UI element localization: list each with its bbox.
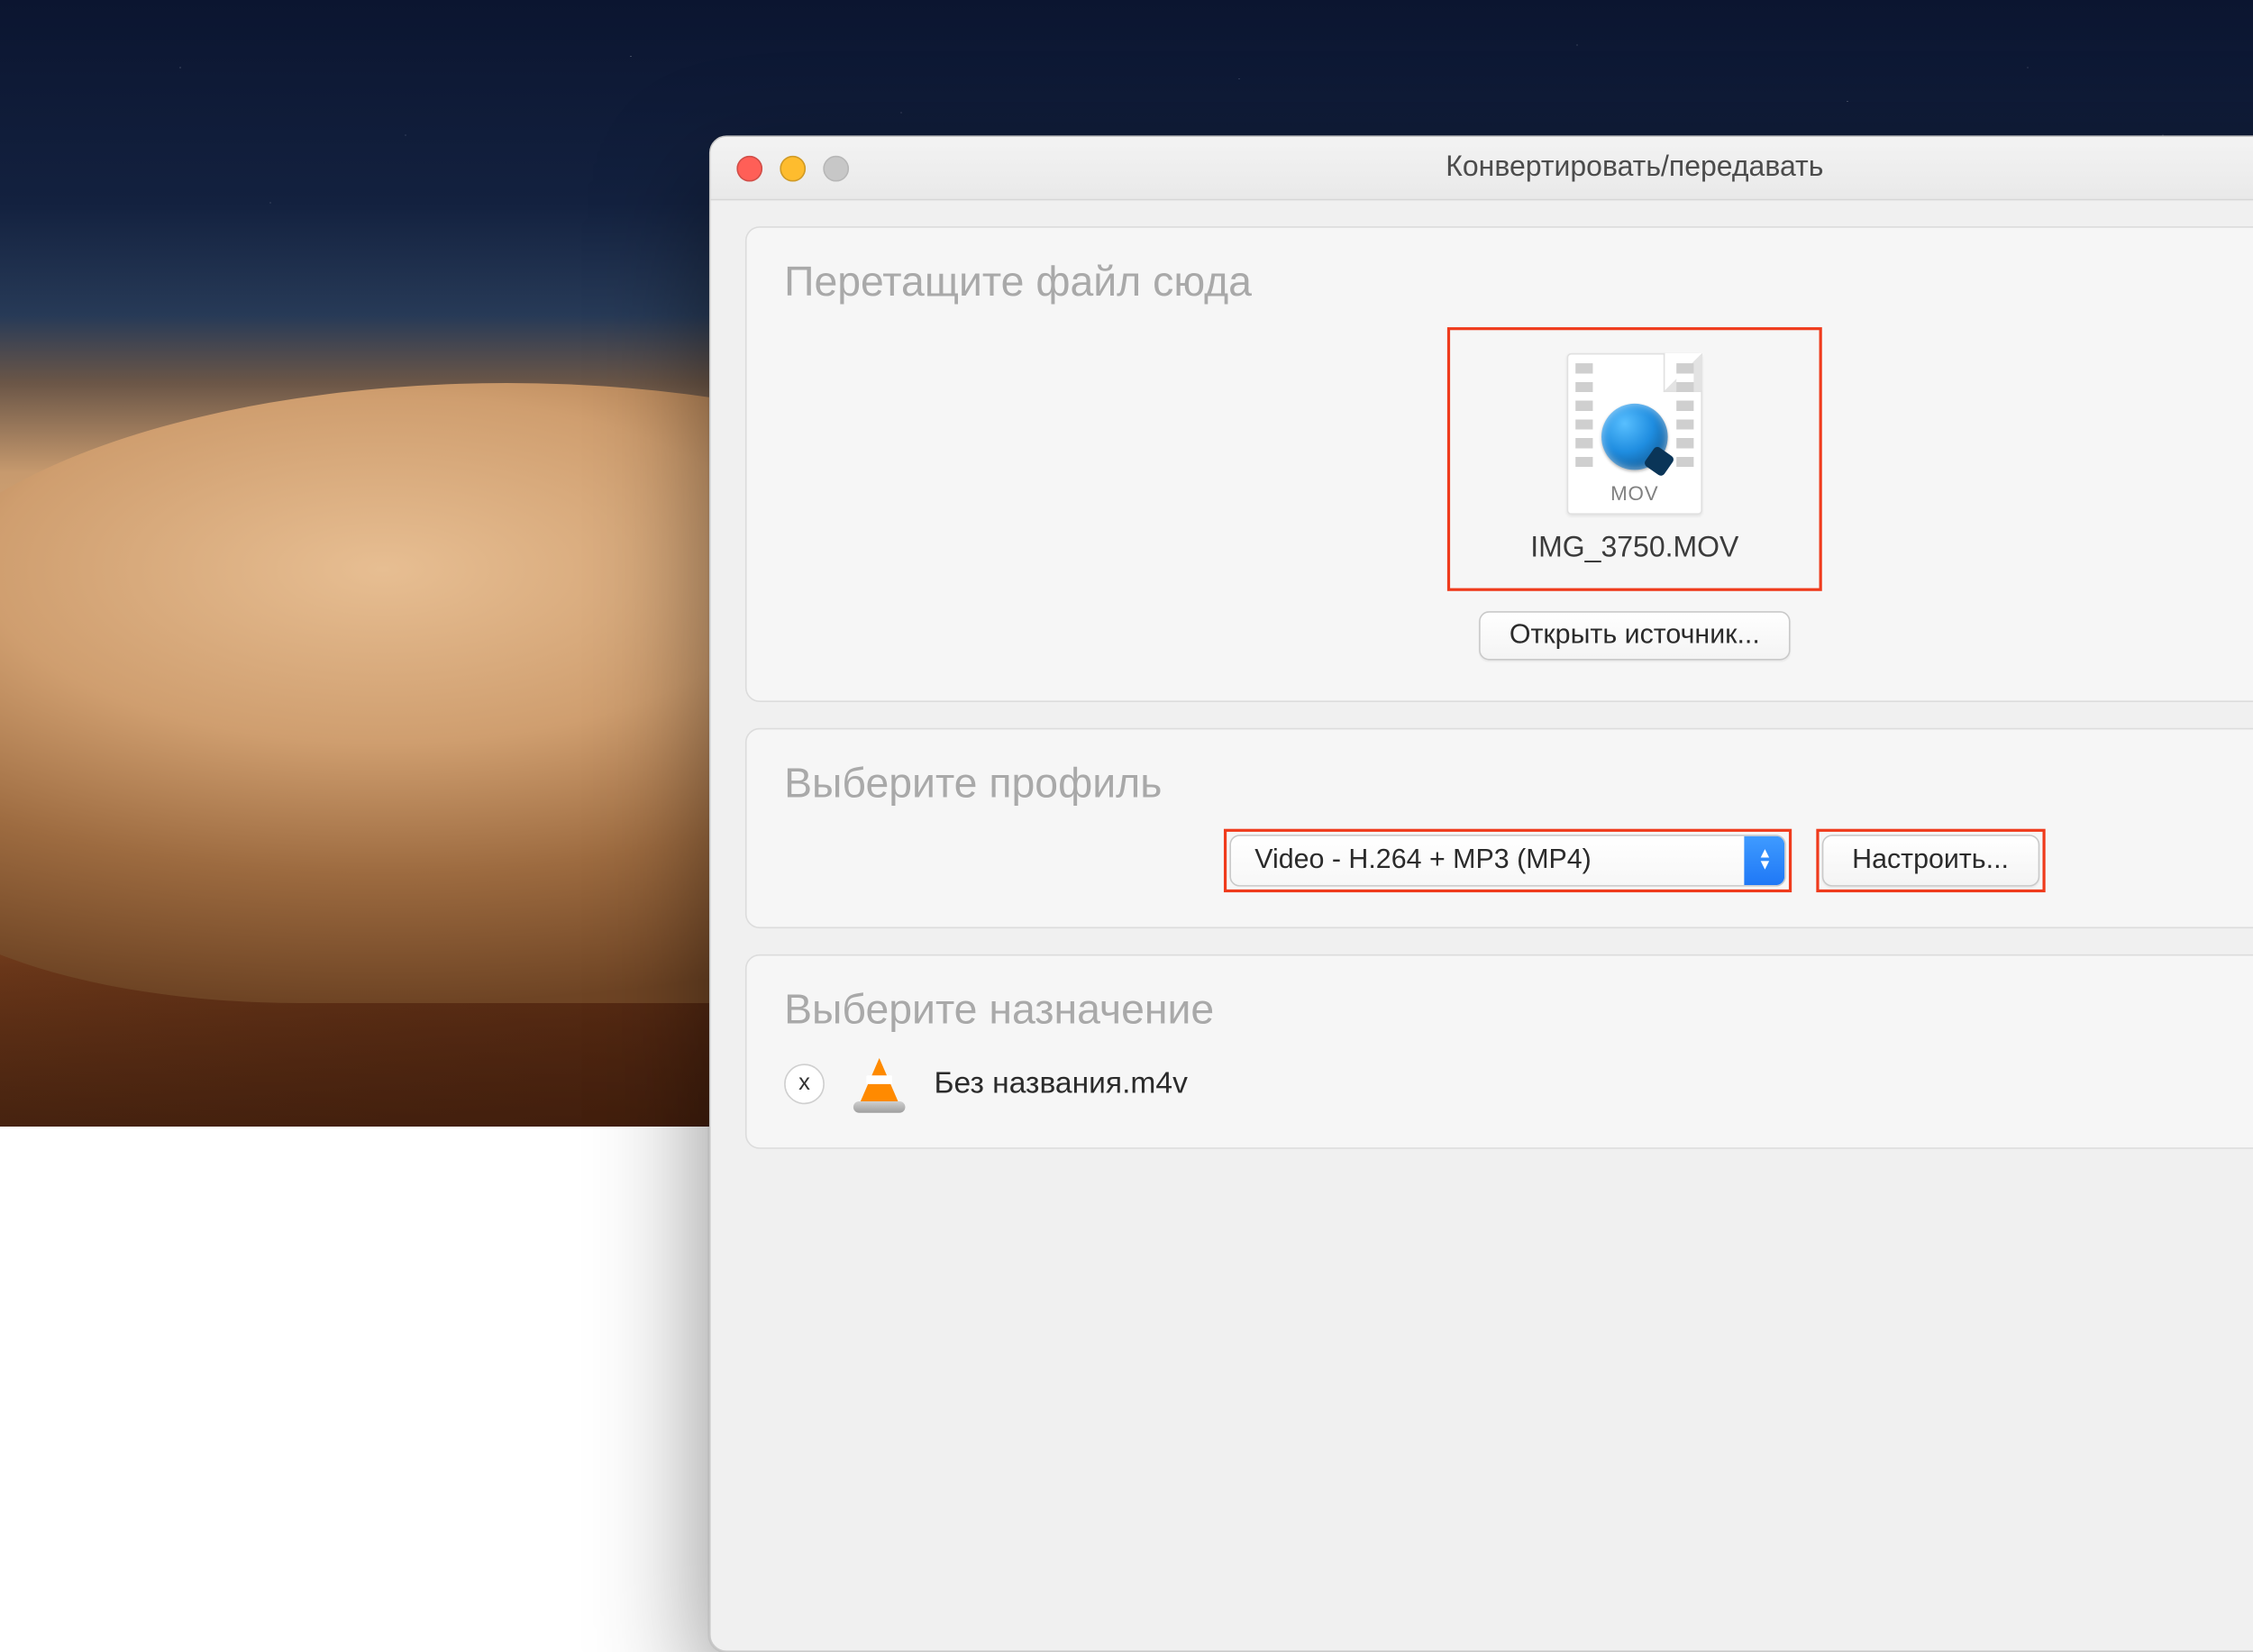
profile-select[interactable]: Video - H.264 + MP3 (MP4) ▲▼ <box>1230 835 1786 887</box>
film-sprocket-icon <box>1575 363 1592 473</box>
open-source-button[interactable]: Открыть источник... <box>1479 611 1790 660</box>
chevron-up-down-icon: ▲▼ <box>1745 836 1785 885</box>
titlebar[interactable]: Конвертировать/передавать <box>711 137 2253 200</box>
choose-profile-heading: Выберите профиль <box>784 762 2253 809</box>
choose-destination-heading: Выберите назначение <box>784 988 2253 1036</box>
vlc-cone-icon <box>853 1055 906 1113</box>
drop-file-panel: Перетащите файл сюда MOV IMG_3750.MOV От… <box>745 226 2253 702</box>
quicktime-icon <box>1601 404 1668 470</box>
profile-select-value: Video - H.264 + MP3 (MP4) <box>1232 844 1745 876</box>
highlight-box: Video - H.264 + MP3 (MP4) ▲▼ <box>1225 829 1792 892</box>
dropped-file-name: IMG_3750.MOV <box>1530 532 1738 565</box>
choose-profile-panel: Выберите профиль Video - H.264 + MP3 (MP… <box>745 728 2253 928</box>
configure-profile-button[interactable]: Настроить... <box>1822 835 2039 887</box>
destination-file-name: Без названия.m4v <box>934 1067 2253 1101</box>
convert-window: Конвертировать/передавать Перетащите фай… <box>709 135 2253 1652</box>
file-dropzone[interactable]: MOV IMG_3750.MOV <box>1446 327 1822 591</box>
film-sprocket-icon <box>1676 363 1693 473</box>
choose-destination-panel: Выберите назначение x Без названия.m4v О… <box>745 954 2253 1149</box>
highlight-box: Настроить... <box>1816 829 2045 892</box>
window-title: Конвертировать/передавать <box>711 151 2253 185</box>
drop-file-heading: Перетащите файл сюда <box>784 260 2253 307</box>
remove-destination-button[interactable]: x <box>784 1063 825 1104</box>
mov-file-icon: MOV <box>1567 353 1702 515</box>
file-type-tag: MOV <box>1568 481 1701 505</box>
